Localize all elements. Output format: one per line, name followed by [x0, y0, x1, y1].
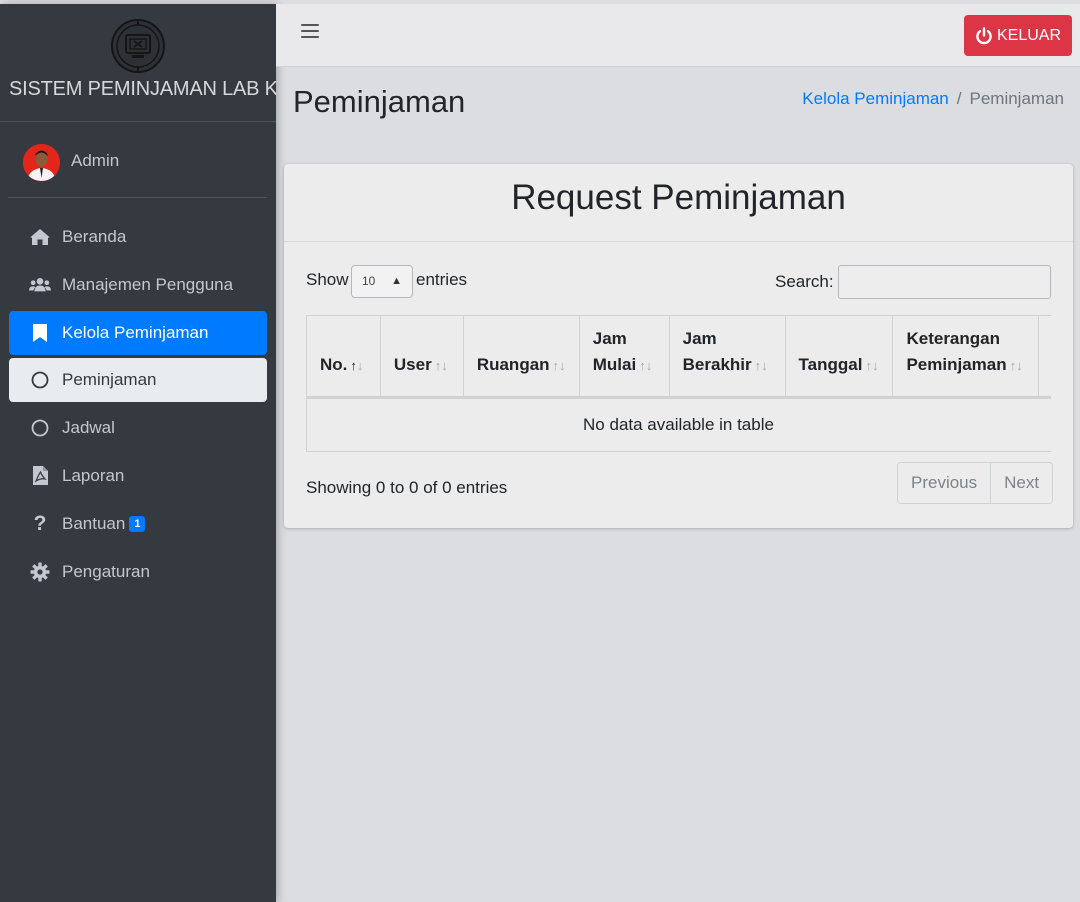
user-name: Admin — [71, 151, 120, 170]
sidebar-item-label: Manajemen Pengguna — [62, 274, 234, 294]
select-arrows-icon: ▲ — [391, 275, 402, 287]
search-label: Search: — [775, 272, 834, 291]
column-header-tanggal[interactable]: Tanggal ↑↓ — [784, 315, 894, 399]
column-header-user[interactable]: User ↑↓ — [379, 315, 464, 399]
sidebar-item-label: Pengaturan — [62, 561, 150, 581]
table-info: Showing 0 to 0 of 0 entries — [306, 478, 508, 497]
bookmark-icon — [29, 322, 51, 344]
sort-asc-icon: ↑↓ — [350, 358, 364, 373]
brand-link[interactable]: SISTEM PEMINJAMAN LAB KOMPUTER — [0, 4, 276, 122]
breadcrumb: Kelola Peminjaman / Peminjaman — [802, 89, 1064, 109]
sort-icon: ↑↓ — [1009, 358, 1023, 373]
circle-icon — [29, 417, 51, 439]
circle-icon — [29, 369, 51, 391]
empty-table-message: No data available in table — [306, 397, 1051, 452]
users-icon — [29, 274, 51, 296]
top-navbar: KELUAR — [276, 4, 1080, 67]
table-header-row: No. ↑↓ User ↑↓ Ruangan ↑↓ Jam Mulai ↑↓ Jam Ber… — [306, 315, 1051, 399]
question-icon: ? — [33, 511, 47, 535]
sidebar-item-kelola-peminjaman[interactable]: Kelola Peminjaman — [9, 310, 267, 355]
sort-icon: ↑↓ — [639, 358, 653, 373]
breadcrumb-current: Peminjaman — [969, 89, 1065, 108]
logout-button[interactable]: KELUAR — [964, 15, 1072, 56]
sort-icon: ↑↓ — [754, 358, 768, 373]
card-title: Request Peminjaman — [284, 164, 1073, 242]
sidebar-item-label: Kelola Peminjaman — [62, 322, 209, 342]
sidebar-item-label: Bantuan — [62, 513, 126, 533]
request-table: No. ↑↓ User ↑↓ Ruangan ↑↓ Jam Mulai ↑↓ Jam Ber… — [306, 315, 1051, 452]
sidebar-item-jadwal[interactable]: Jadwal — [9, 406, 267, 450]
power-icon — [976, 26, 992, 44]
sort-icon: ↑↓ — [865, 358, 879, 373]
page-title: Peminjaman — [293, 84, 466, 119]
entries-select-value: 10 — [362, 274, 376, 288]
gear-icon — [29, 561, 51, 583]
sidebar-item-bantuan[interactable]: ? Bantuan 1 — [9, 502, 267, 546]
sidebar-item-manajemen-pengguna[interactable]: Manajemen Pengguna — [9, 263, 267, 307]
next-button[interactable]: Next — [990, 463, 1053, 503]
column-header-extra[interactable] — [1038, 315, 1051, 399]
table-row: No data available in table — [306, 397, 1051, 452]
sort-icon: ↑↓ — [434, 358, 448, 373]
sidebar-item-label: Jadwal — [62, 418, 115, 438]
sidebar-nav: Beranda Manajemen Pengguna Kelola Peminj… — [9, 215, 267, 597]
column-header-no[interactable]: No. ↑↓ — [306, 315, 381, 399]
sidebar-item-label: Beranda — [62, 227, 127, 246]
column-header-jam-berakhir[interactable]: Jam Berakhir ↑↓ — [668, 315, 786, 399]
table-container: No. ↑↓ User ↑↓ Ruangan ↑↓ Jam Mulai ↑↓ Jam Ber… — [306, 315, 1051, 453]
sidebar-item-laporan[interactable]: Laporan — [9, 454, 267, 498]
pagination: Previous Next — [897, 462, 1054, 504]
lab-logo-icon — [111, 19, 165, 73]
column-header-keterangan[interactable]: Keterangan Peminjaman ↑↓ — [892, 315, 1040, 399]
breadcrumb-separator: / — [956, 89, 962, 108]
home-icon — [29, 226, 51, 248]
sidebar-item-label: Peminjaman — [62, 370, 157, 390]
logout-label: KELUAR — [996, 26, 1062, 44]
notification-badge: 1 — [129, 515, 146, 532]
column-header-ruangan[interactable]: Ruangan ↑↓ — [462, 315, 580, 399]
pdf-file-icon — [29, 465, 51, 487]
previous-button[interactable]: Previous — [898, 463, 991, 503]
breadcrumb-link-kelola-peminjaman[interactable]: Kelola Peminjaman — [802, 89, 948, 108]
avatar — [23, 144, 60, 181]
column-header-jam-mulai[interactable]: Jam Mulai ↑↓ — [578, 315, 670, 399]
sort-icon: ↑↓ — [552, 358, 566, 373]
sidebar-item-pengaturan[interactable]: Pengaturan — [9, 550, 267, 594]
entries-select[interactable]: 10 ▲ — [351, 265, 413, 298]
sidebar-item-beranda[interactable]: Beranda — [9, 215, 267, 259]
request-card: Request Peminjaman Show 10 ▲ entries Sea… — [284, 164, 1073, 528]
show-label: Show — [306, 270, 349, 289]
search-input[interactable] — [838, 265, 1051, 299]
entries-label: entries — [416, 270, 468, 289]
main-sidebar: SISTEM PEMINJAMAN LAB KOMPUTER Admin Ber… — [0, 4, 276, 902]
sidebar-item-peminjaman[interactable]: Peminjaman — [9, 358, 267, 403]
user-panel[interactable]: Admin — [8, 126, 267, 198]
menu-toggle-icon[interactable] — [301, 24, 319, 40]
sidebar-item-label: Laporan — [62, 465, 125, 485]
brand-title: SISTEM PEMINJAMAN LAB KOMPUTER — [9, 78, 276, 100]
